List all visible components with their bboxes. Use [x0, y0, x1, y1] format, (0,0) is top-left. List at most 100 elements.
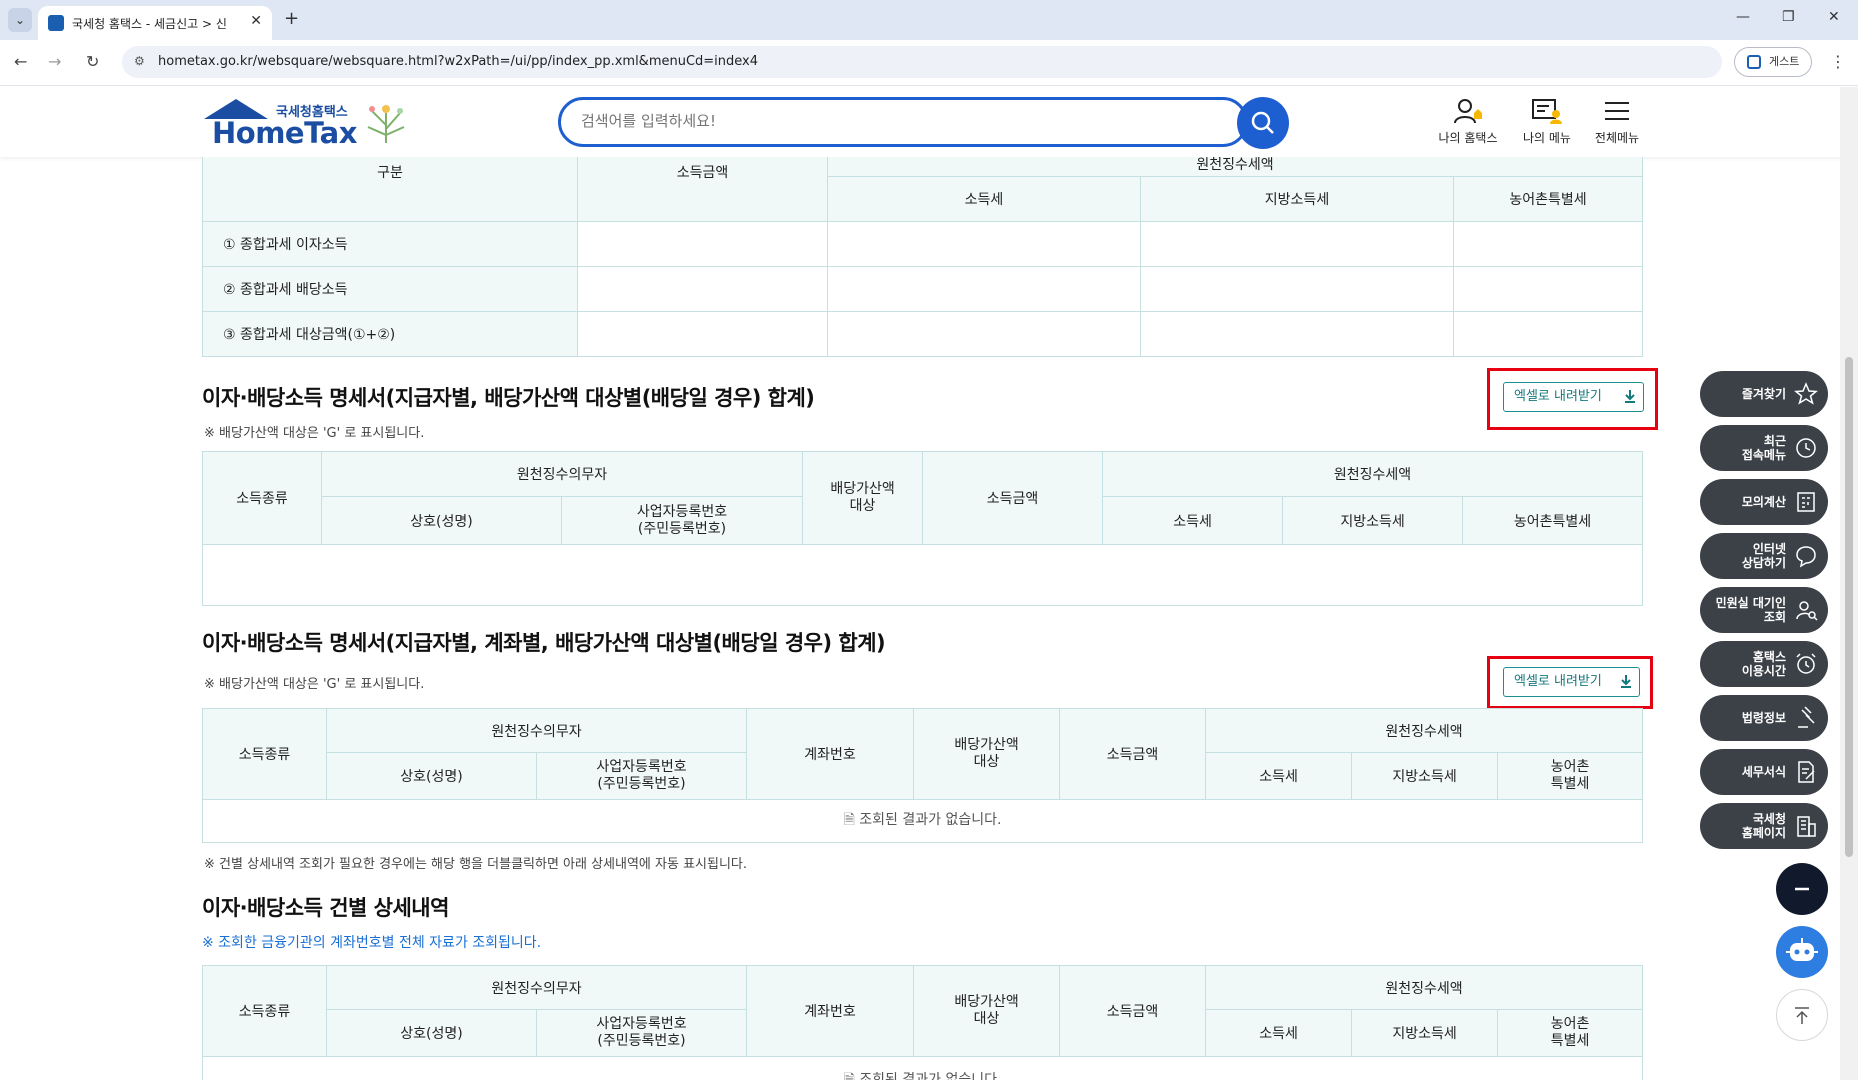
col-income-type: 소득종류 — [202, 708, 327, 800]
section2-note: ※ 배당가산액 대상은 'G' 로 표시됩니다. — [204, 677, 425, 692]
all-menu-button[interactable]: 전체메뉴 — [1577, 97, 1657, 146]
minus-icon — [1795, 887, 1809, 891]
col-withheld: 원천징수세액 — [1205, 708, 1644, 753]
quickmenu-hours[interactable]: 홈택스 이용시간 — [1700, 641, 1828, 687]
section2-table: 소득종류 원천징수의무자 계좌번호 배당가산액 대상 소득금액 원천징수세액 상… — [201, 708, 1644, 843]
profile-label: 게스트 — [1769, 55, 1800, 68]
col-tax2: 지방소득세 — [1282, 496, 1464, 545]
no-result-icon: 🗎 — [843, 812, 860, 828]
col-tax2: 지방소득세 — [1351, 1009, 1499, 1057]
quickmenu-label: 민원실 대기인 조회 — [1715, 596, 1786, 624]
quickmenu-consult[interactable]: 인터넷 상담하기 — [1700, 533, 1828, 579]
tab-close-icon[interactable]: ✕ — [250, 13, 262, 29]
no-result-message: 조회된 결과가 없습니다. — [859, 1072, 1002, 1080]
col-income-type: 소득종류 — [202, 965, 327, 1057]
col-income: 소득금액 — [1059, 708, 1207, 800]
row-label: ② 종합과세 배당소득 — [202, 266, 578, 312]
col-name: 상호(성명) — [321, 496, 562, 545]
quickmenu-label: 홈택스 이용시간 — [1741, 650, 1786, 678]
table-row[interactable]: ② 종합과세 배당소득 — [202, 266, 1643, 312]
quickmenu-recent[interactable]: 최근 접속메뉴 — [1700, 425, 1828, 471]
active-tab[interactable]: 국세청 홈택스 - 세금신고 > 신 ✕ — [38, 6, 272, 40]
col-tax3: 농어촌특별세 — [1462, 496, 1644, 545]
quickmenu-label: 즐겨찾기 — [1741, 387, 1786, 401]
row-label: ① 종합과세 이자소득 — [202, 221, 578, 267]
restore-icon[interactable]: ❐ — [1782, 9, 1795, 25]
quickmenu-nts-home[interactable]: 국세청 홈페이지 — [1700, 803, 1828, 849]
quickmenu-waiting[interactable]: 민원실 대기인 조회 — [1700, 587, 1828, 633]
person-search-icon — [1796, 601, 1818, 621]
quickmenu-label: 모의계산 — [1741, 495, 1786, 509]
col-tax1: 소득세 — [1102, 496, 1284, 545]
col-payer: 원천징수의무자 — [325, 708, 748, 753]
tab-title: 국세청 홈택스 - 세금신고 > 신 — [72, 17, 227, 31]
table-row[interactable]: ① 종합과세 이자소득 — [202, 221, 1643, 267]
reload-icon[interactable]: ↻ — [86, 52, 99, 71]
quickmenu-calc[interactable]: 모의계산 — [1700, 479, 1828, 525]
section1-title: 이자·배당소득 명세서(지급자별, 배당가산액 대상별(배당일 경우) 합계) — [202, 386, 815, 410]
table-row[interactable]: ③ 종합과세 대상금액(①+②) — [202, 311, 1643, 357]
quickmenu-label: 인터넷 상담하기 — [1741, 542, 1786, 570]
col-payer: 원천징수의무자 — [320, 451, 804, 497]
site-header: 국세청홈택스 HomeTax 나의 홈택스 나의 메뉴 — [0, 87, 1858, 157]
my-menu-button[interactable]: 나의 메뉴 — [1507, 97, 1587, 146]
col-income: 소득금액 — [1059, 965, 1207, 1057]
search-button[interactable] — [1237, 97, 1289, 149]
chatbot-button[interactable] — [1776, 926, 1828, 978]
my-hometax-icon — [1454, 99, 1482, 124]
section1-table: 소득종류 원천징수의무자 배당가산액 대상 소득금액 원천징수세액 상호(성명)… — [201, 451, 1644, 606]
alarm-icon — [1796, 653, 1816, 674]
url-text: hometax.go.kr/websquare/websquare.html?w… — [158, 54, 759, 69]
calculator-icon — [1797, 492, 1815, 512]
window-close-icon[interactable]: ✕ — [1828, 9, 1840, 25]
download-icon — [1621, 675, 1631, 688]
quickmenu-forms[interactable]: 세무서식 — [1700, 749, 1828, 795]
page-scrollbar[interactable] — [1840, 87, 1858, 1080]
col-bizno: 사업자등록번호 (주민등록번호) — [535, 1009, 748, 1057]
minimize-icon[interactable]: — — [1736, 9, 1750, 25]
tab-search-chevron-icon[interactable]: ⌄ — [8, 8, 32, 32]
new-tab-icon[interactable]: + — [284, 8, 299, 29]
col-bizno: 사업자등록번호 (주민등록번호) — [560, 496, 804, 545]
url-field[interactable]: ⚙ hometax.go.kr/websquare/websquare.html… — [122, 46, 1722, 78]
quickmenu-law[interactable]: 법령정보 — [1700, 695, 1828, 741]
search-input[interactable] — [581, 112, 1141, 130]
my-menu-label: 나의 메뉴 — [1523, 131, 1571, 145]
quickmenu-label: 법령정보 — [1741, 711, 1786, 725]
my-hometax-label: 나의 홈택스 — [1438, 131, 1498, 145]
col-withheld: 원천징수세액 — [1205, 965, 1644, 1010]
quickmenu-label: 세무서식 — [1741, 765, 1786, 779]
browser-menu-icon[interactable]: ⋮ — [1830, 52, 1846, 71]
profile-button[interactable]: 게스트 — [1734, 47, 1812, 77]
profile-icon — [1747, 55, 1761, 69]
chat-icon — [1796, 546, 1816, 568]
col-name: 상호(성명) — [326, 1009, 537, 1057]
quickmenu-favorites[interactable]: 즐겨찾기 — [1700, 371, 1828, 417]
col-bizno: 사업자등록번호 (주민등록번호) — [535, 752, 748, 800]
collapse-quickmenu-button[interactable] — [1776, 863, 1828, 915]
empty-row — [201, 544, 1644, 606]
main-content: 구분 소득금액 원천징수세액 소득세 지방소득세 농어촌특별세 ① 종합과세 이… — [0, 157, 1840, 1080]
col-income: 소득금액 — [577, 157, 828, 222]
site-settings-icon[interactable]: ⚙ — [134, 54, 145, 68]
search-box — [558, 97, 1248, 147]
excel-download-label: 엑셀로 내려받기 — [1514, 674, 1602, 689]
document-edit-icon — [1798, 761, 1815, 783]
section2-footnote: ※ 건별 상세내역 조회가 필요한 경우에는 해당 행을 더블클릭하면 아래 상… — [204, 857, 748, 872]
col-tax3: 농어촌 특별세 — [1497, 752, 1644, 800]
gavel-icon — [1798, 706, 1815, 728]
back-icon[interactable]: ← — [14, 52, 27, 71]
section3-table: 소득종류 원천징수의무자 계좌번호 배당가산액 대상 소득금액 원천징수세액 상… — [201, 965, 1644, 1080]
scroll-top-button[interactable] — [1776, 989, 1828, 1041]
col-tax1: 소득세 — [827, 176, 1141, 222]
forward-icon[interactable]: → — [48, 52, 61, 71]
arrow-up-icon — [1795, 1007, 1809, 1024]
my-hometax-button[interactable]: 나의 홈택스 — [1428, 97, 1508, 146]
scrollbar-thumb[interactable] — [1845, 357, 1853, 857]
robot-icon — [1786, 938, 1818, 961]
excel-download-button[interactable]: 엑셀로 내려받기 — [1503, 382, 1644, 412]
my-menu-icon — [1532, 99, 1562, 124]
col-category: 구분 — [202, 157, 578, 222]
col-tax2: 지방소득세 — [1351, 752, 1499, 800]
excel-download-button[interactable]: 엑셀로 내려받기 — [1503, 667, 1640, 697]
